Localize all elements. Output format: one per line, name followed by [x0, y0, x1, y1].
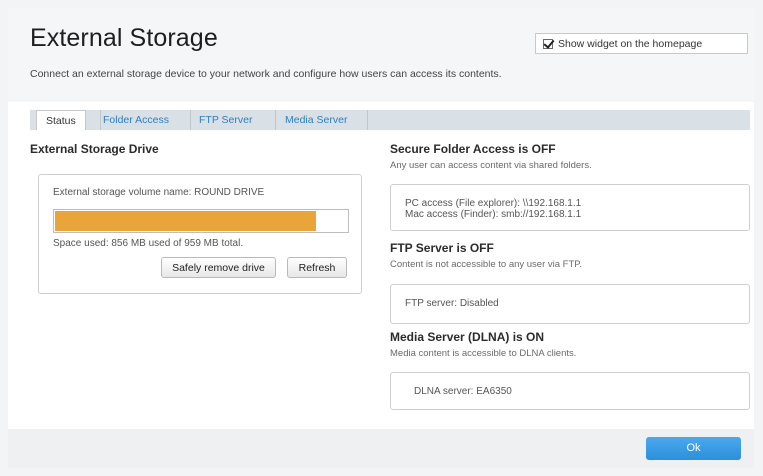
ftp-status: FTP server: Disabled [405, 298, 499, 309]
tab-ftp-server[interactable]: FTP Server [199, 110, 252, 130]
refresh-button[interactable]: Refresh [287, 257, 347, 278]
ftp-heading: FTP Server is OFF [390, 241, 494, 255]
ftp-panel: FTP server: Disabled [390, 284, 750, 324]
external-storage-page: External Storage Connect an external sto… [8, 8, 754, 468]
storage-usage-fill [55, 211, 316, 231]
page-title: External Storage [30, 24, 218, 52]
ftp-description: Content is not accessible to any user vi… [390, 259, 583, 270]
tab-bar: Status Folder Access FTP Server Media Se… [30, 110, 750, 130]
show-widget-label: Show widget on the homepage [558, 37, 703, 50]
pc-access: PC access (File explorer): \\192.168.1.1 [405, 198, 582, 209]
storage-usage-bar [53, 209, 349, 233]
secure-folder-heading: Secure Folder Access is OFF [390, 142, 556, 156]
tab-divider [190, 110, 191, 130]
media-heading: Media Server (DLNA) is ON [390, 330, 545, 344]
tab-divider [275, 110, 276, 130]
drive-panel: External storage volume name: ROUND DRIV… [38, 174, 362, 294]
dlna-status: DLNA server: EA6350 [414, 386, 512, 397]
mac-access: Mac access (Finder): smb://192.168.1.1 [405, 209, 582, 220]
tab-divider [367, 110, 368, 130]
page-header: External Storage Connect an external sto… [8, 8, 754, 102]
space-used: Space used: 856 MB used of 959 MB total. [53, 238, 244, 249]
tab-folder-access[interactable]: Folder Access [103, 110, 169, 130]
checkbox-checked-icon[interactable] [543, 38, 553, 49]
media-panel: DLNA server: EA6350 [390, 372, 750, 410]
drive-heading: External Storage Drive [30, 142, 159, 156]
show-widget-toggle[interactable]: Show widget on the homepage [535, 33, 748, 54]
secure-folder-description: Any user can access content via shared f… [390, 160, 592, 171]
page-subtitle: Connect an external storage device to yo… [30, 68, 502, 80]
volume-name: External storage volume name: ROUND DRIV… [53, 187, 265, 198]
tab-status[interactable]: Status [36, 110, 86, 130]
tab-media-server[interactable]: Media Server [285, 110, 347, 130]
secure-folder-panel: PC access (File explorer): \\192.168.1.1… [390, 184, 750, 231]
ok-button[interactable]: Ok [646, 437, 741, 460]
page-footer [8, 429, 754, 468]
tab-divider [100, 110, 101, 130]
safely-remove-drive-button[interactable]: Safely remove drive [161, 257, 276, 278]
media-description: Media content is accessible to DLNA clie… [390, 348, 577, 359]
